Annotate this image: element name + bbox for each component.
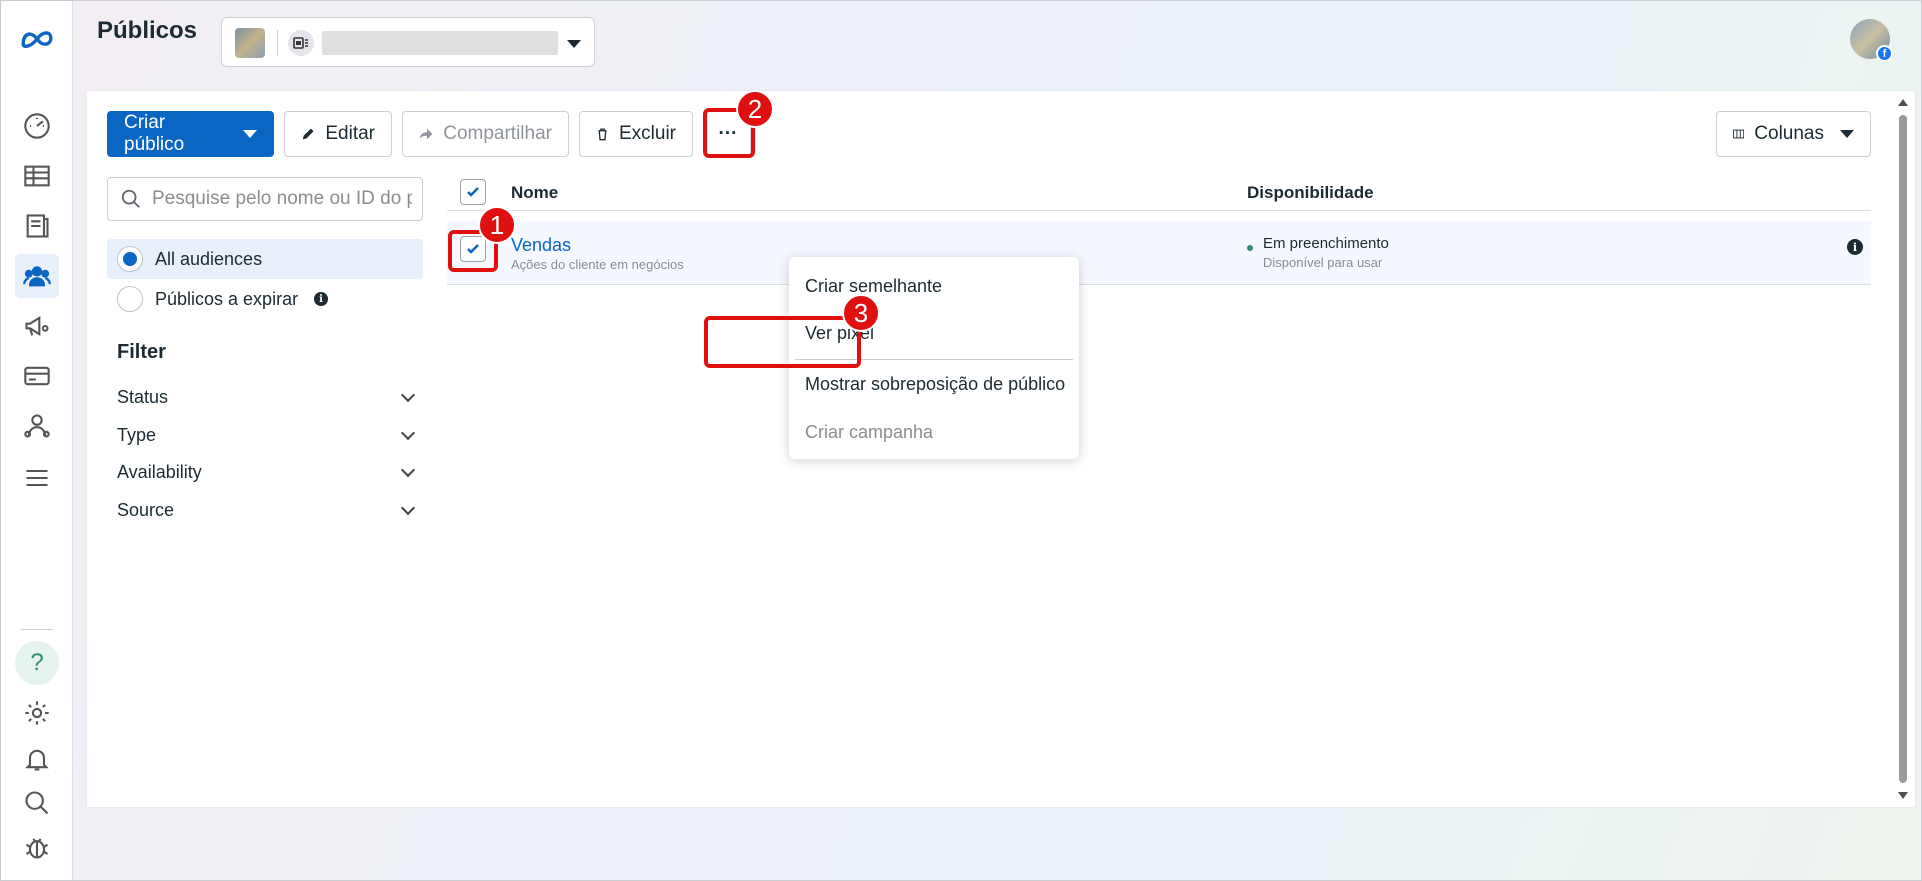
table-icon[interactable] bbox=[15, 154, 59, 198]
chevron-down-icon bbox=[1840, 130, 1854, 138]
meta-logo-icon[interactable] bbox=[15, 17, 59, 61]
dashboard-icon[interactable] bbox=[15, 104, 59, 148]
filter-availability[interactable]: Availability bbox=[117, 462, 416, 483]
bell-icon[interactable] bbox=[15, 737, 59, 781]
radio-selected[interactable] bbox=[117, 246, 143, 272]
table-header bbox=[447, 151, 1871, 211]
chevron-down-icon bbox=[400, 425, 416, 440]
audience-type: Ações do cliente em negócios bbox=[511, 257, 684, 272]
availability-substatus: Disponível para usar bbox=[1263, 255, 1383, 270]
status-dot bbox=[1247, 245, 1253, 251]
facebook-icon: f bbox=[1876, 45, 1893, 62]
scroll-up-icon[interactable] bbox=[1898, 99, 1908, 106]
chevron-down-icon bbox=[243, 130, 257, 138]
radio-unselected[interactable] bbox=[117, 286, 143, 312]
audience-filter-expiring[interactable]: Públicos a expirar i bbox=[107, 279, 423, 319]
chevron-down-icon bbox=[400, 500, 416, 515]
menu-item-show-overlap[interactable]: Mostrar sobreposição de público bbox=[805, 374, 1065, 395]
column-header-name[interactable]: Nome bbox=[511, 183, 558, 203]
annotation-badge-3: 3 bbox=[842, 294, 880, 332]
bug-icon[interactable] bbox=[15, 825, 59, 869]
campaign-icon[interactable] bbox=[15, 304, 59, 348]
filter-type[interactable]: Type bbox=[117, 425, 416, 446]
catalog-icon[interactable] bbox=[15, 204, 59, 248]
edit-button[interactable]: Editar bbox=[284, 111, 392, 157]
ad-account-icon bbox=[288, 30, 314, 56]
select-all-checkbox[interactable] bbox=[460, 179, 486, 205]
filter-status[interactable]: Status bbox=[117, 387, 416, 408]
account-name-redacted bbox=[322, 31, 558, 55]
chevron-down-icon bbox=[567, 40, 581, 48]
menu-icon[interactable] bbox=[15, 456, 59, 500]
audience-name-link[interactable]: Vendas bbox=[511, 235, 571, 256]
audience-filter-all[interactable]: All audiences bbox=[107, 239, 423, 279]
filter-source[interactable]: Source bbox=[117, 500, 416, 521]
availability-status: Em preenchimento bbox=[1263, 235, 1389, 252]
columns-icon bbox=[1733, 129, 1745, 139]
audience-search[interactable] bbox=[107, 177, 423, 221]
vertical-scrollbar[interactable] bbox=[1897, 95, 1909, 803]
business-icon[interactable] bbox=[15, 404, 59, 448]
annotation-highlight-create-campaign bbox=[704, 316, 861, 368]
search-input[interactable] bbox=[152, 188, 412, 210]
chevron-down-icon bbox=[400, 462, 416, 477]
column-header-availability[interactable]: Disponibilidade bbox=[1247, 183, 1374, 203]
chevron-down-icon bbox=[400, 387, 416, 402]
search-icon bbox=[121, 189, 140, 208]
scrollbar-thumb[interactable] bbox=[1899, 115, 1907, 783]
left-nav-rail: ? bbox=[1, 1, 73, 880]
menu-item-create-lookalike[interactable]: Criar semelhante bbox=[805, 276, 942, 297]
annotation-badge-2: 2 bbox=[736, 90, 774, 128]
trash-icon bbox=[598, 128, 607, 141]
search-icon[interactable] bbox=[15, 781, 59, 825]
table-row[interactable] bbox=[447, 221, 1871, 285]
rail-separator bbox=[21, 629, 53, 630]
check-icon bbox=[467, 187, 479, 197]
audiences-panel: Criar público Editar Compartilhar Exclui… bbox=[87, 91, 1915, 807]
ads-manager-window: ? Públicos f Criar público Editar Compar… bbox=[0, 0, 1922, 881]
billing-icon[interactable] bbox=[15, 354, 59, 398]
audiences-icon[interactable] bbox=[15, 254, 59, 298]
share-icon bbox=[419, 128, 433, 140]
account-selector[interactable] bbox=[221, 17, 595, 67]
pencil-icon bbox=[302, 128, 314, 140]
help-icon[interactable]: ? bbox=[15, 641, 59, 685]
scroll-down-icon[interactable] bbox=[1898, 792, 1908, 799]
filter-heading: Filter bbox=[117, 341, 166, 363]
create-audience-button[interactable]: Criar público bbox=[107, 111, 274, 157]
info-icon[interactable]: i bbox=[1847, 239, 1863, 255]
annotation-badge-1: 1 bbox=[478, 206, 516, 244]
info-icon[interactable]: i bbox=[314, 292, 329, 306]
account-thumbnail bbox=[235, 28, 265, 58]
settings-icon[interactable] bbox=[15, 691, 59, 735]
page-title: Públicos bbox=[97, 17, 198, 44]
menu-item-create-campaign[interactable]: Criar campanha bbox=[805, 422, 933, 443]
avatar[interactable]: f bbox=[1850, 19, 1893, 62]
